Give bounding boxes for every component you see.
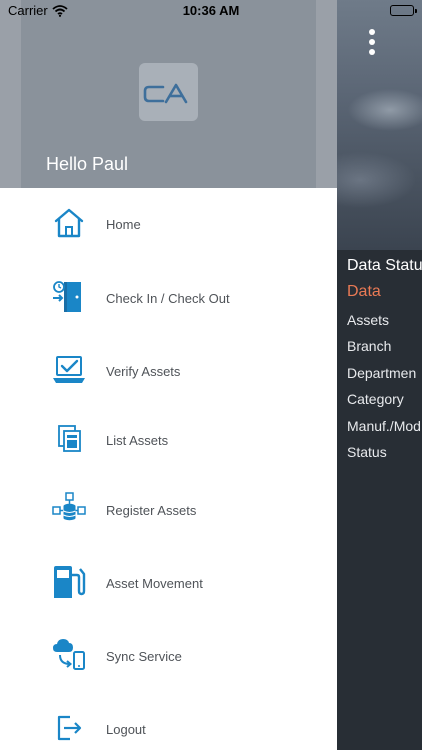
laptop-check-icon bbox=[50, 351, 88, 389]
data-status-panel: Data Statu Data Assets Branch Departmen … bbox=[347, 255, 422, 465]
menu-item-home[interactable]: Home bbox=[0, 194, 337, 254]
menu-label-sync-service: Sync Service bbox=[106, 649, 182, 664]
database-network-icon bbox=[50, 490, 88, 528]
data-row-manufacturer: Manuf./Mod bbox=[347, 417, 421, 434]
data-row-category: Category bbox=[347, 391, 404, 408]
menu-item-list-assets[interactable]: List Assets bbox=[0, 409, 337, 469]
menu-label-verify-assets: Verify Assets bbox=[106, 364, 181, 379]
more-options-icon[interactable] bbox=[362, 28, 382, 60]
menu-label-register-assets: Register Assets bbox=[106, 503, 197, 518]
app-logo bbox=[139, 63, 198, 121]
home-icon bbox=[50, 204, 88, 242]
cloud-sync-icon bbox=[50, 636, 88, 674]
battery-icon bbox=[390, 5, 417, 16]
fuel-pump-icon bbox=[50, 563, 88, 601]
data-subtitle: Data bbox=[347, 283, 381, 300]
menu-item-asset-movement[interactable]: Asset Movement bbox=[0, 552, 337, 612]
clock-time: 10:36 AM bbox=[182, 3, 240, 18]
list-pages-icon bbox=[50, 420, 88, 458]
menu-item-verify-assets[interactable]: Verify Assets bbox=[0, 340, 337, 400]
status-bar: Carrier 10:36 AM bbox=[0, 0, 422, 22]
door-clock-icon bbox=[50, 278, 88, 316]
data-status-title: Data Statu bbox=[347, 257, 422, 274]
greeting-text: Hello Paul bbox=[46, 154, 129, 174]
menu-label-asset-movement: Asset Movement bbox=[106, 576, 203, 591]
menu-item-logout[interactable]: Logout bbox=[0, 698, 337, 750]
data-row-branch: Branch bbox=[347, 338, 392, 355]
menu-label-list-assets: List Assets bbox=[106, 433, 169, 448]
logout-icon bbox=[50, 709, 88, 747]
navigation-drawer: Hello Paul Home Check In / Check Out Ver… bbox=[0, 0, 337, 750]
data-row-assets: Assets bbox=[347, 312, 390, 328]
menu-label-home: Home bbox=[106, 217, 141, 232]
menu-label-check-in-check-out: Check In / Check Out bbox=[106, 291, 230, 306]
drawer-header: Hello Paul bbox=[0, 0, 337, 188]
data-row-status: Status bbox=[347, 444, 387, 461]
menu-item-sync-service[interactable]: Sync Service bbox=[0, 625, 337, 685]
data-row-department: Departmen bbox=[347, 364, 417, 381]
menu-item-register-assets[interactable]: Register Assets bbox=[0, 479, 337, 539]
menu-label-logout: Logout bbox=[106, 722, 146, 737]
menu-item-check-in-check-out[interactable]: Check In / Check Out bbox=[0, 267, 337, 327]
